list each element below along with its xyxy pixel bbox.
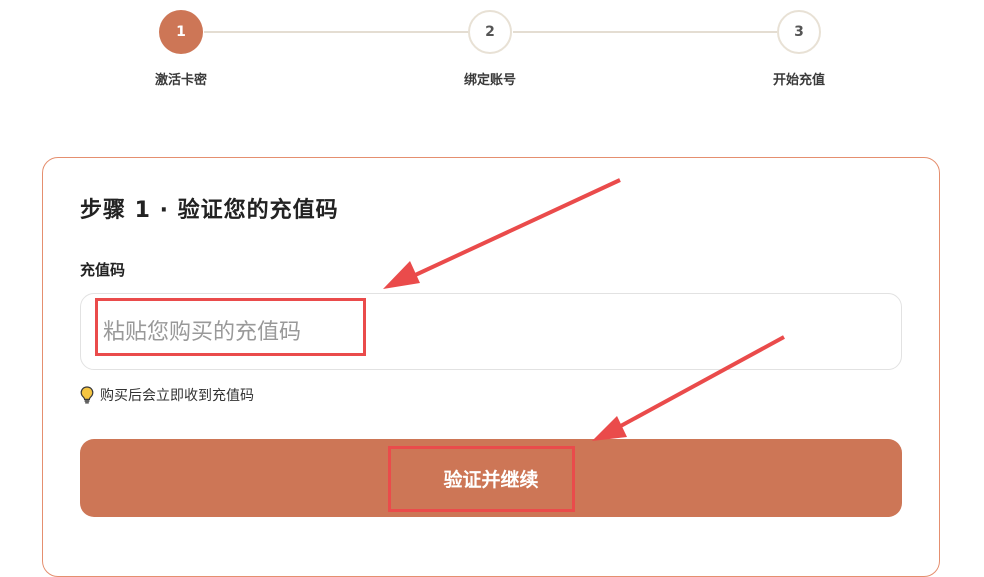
card-title: 步骤 1 · 验证您的充值码 — [80, 198, 339, 223]
recharge-code-field[interactable] — [80, 293, 902, 371]
step-3-indicator: 3 — [777, 10, 821, 54]
recharge-code-input[interactable] — [101, 294, 885, 371]
verify-continue-button[interactable]: 验证并继续 — [80, 439, 902, 517]
step-2-label: 绑定账号 — [463, 73, 516, 88]
recharge-code-label: 充值码 — [80, 261, 126, 279]
stepper-connector-1 — [204, 31, 469, 33]
progress-stepper: 1 激活卡密 2 绑定账号 3 开始充值 — [0, 0, 984, 110]
step-1-label: 激活卡密 — [154, 73, 207, 88]
step-1-indicator: 1 — [159, 10, 203, 54]
lightbulb-icon — [80, 386, 94, 404]
step-2-indicator: 2 — [468, 10, 512, 54]
step-3-label: 开始充值 — [772, 73, 825, 88]
redeem-card: 步骤 1 · 验证您的充值码 充值码 购买后会立即收到充值码 验证并继续 — [42, 157, 940, 577]
hint-text: 购买后会立即收到充值码 — [100, 388, 254, 404]
hint-row: 购买后会立即收到充值码 — [80, 385, 254, 405]
stepper-connector-2 — [513, 31, 777, 33]
